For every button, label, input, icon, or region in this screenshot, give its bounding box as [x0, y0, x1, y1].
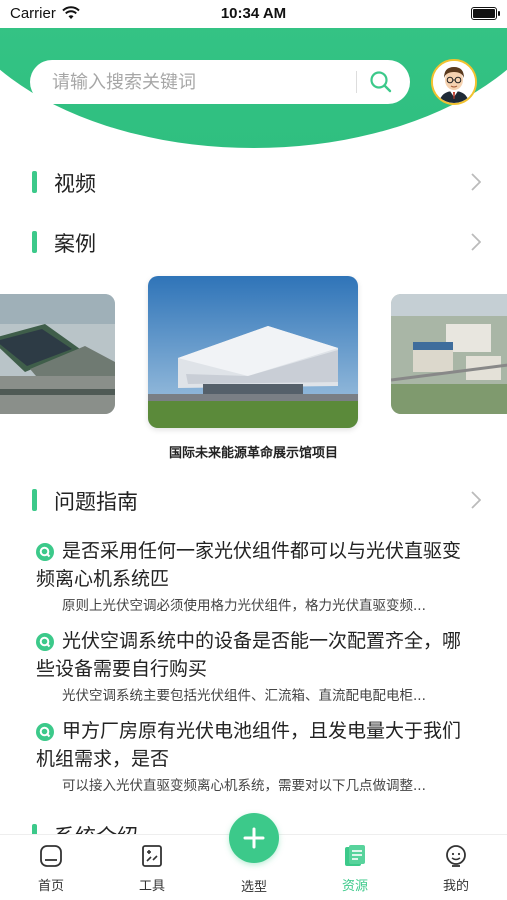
tools-icon	[142, 845, 162, 867]
section-marker	[32, 489, 37, 511]
question-summary: 原则上光伏空调必须使用格力光伏组件，格力光伏直驱变频...	[62, 598, 426, 614]
search-box	[30, 60, 410, 104]
search-button[interactable]	[364, 66, 398, 98]
home-icon	[40, 845, 62, 867]
tab-label: 工具	[138, 879, 165, 894]
carousel-caption: 国际未来能源革命展示馆项目	[168, 446, 338, 461]
section-marker	[32, 171, 37, 193]
section-guide[interactable]: 问题指南	[0, 480, 507, 520]
tab-label: 首页	[37, 879, 64, 894]
building-photo	[391, 294, 507, 414]
select-model-button[interactable]	[229, 813, 279, 863]
section-video[interactable]: 视频	[0, 162, 507, 202]
section-title-cases: 案例	[54, 232, 96, 256]
tab-home[interactable]: 首页	[11, 835, 91, 900]
case-slide-image[interactable]	[148, 276, 358, 428]
case-carousel[interactable]	[0, 276, 507, 466]
case-slide-image[interactable]	[391, 294, 507, 414]
section-cases[interactable]: 案例	[0, 222, 507, 262]
section-title-guide: 问题指南	[54, 490, 138, 514]
search-input[interactable]	[52, 60, 352, 104]
tab-label: 资源	[341, 879, 368, 894]
question-title: 是否采用任何一家光伏组件都可以与光伏直驱变频离心机系统匹	[36, 540, 462, 590]
question-item[interactable]: 光伏空调系统中的设备是否能一次配置齐全，哪些设备需要自行购买 光伏空调系统主要包…	[0, 627, 507, 707]
question-item[interactable]: 是否采用任何一家光伏组件都可以与光伏直驱变频离心机系统匹 原则上光伏空调必须使用…	[0, 537, 507, 617]
tab-label-select: 选型	[240, 880, 267, 895]
section-title-intro: 系统介绍	[54, 821, 138, 834]
tab-label: 我的	[442, 879, 469, 894]
battery-icon	[471, 7, 500, 20]
section-title-video: 视频	[54, 172, 96, 196]
chevron-right-icon	[471, 233, 481, 251]
section-marker	[32, 824, 37, 834]
question-summary: 光伏空调系统主要包括光伏组件、汇流箱、直流配电配电柜...	[62, 688, 426, 704]
section-marker	[32, 231, 37, 253]
building-photo	[148, 276, 358, 428]
avatar-icon	[433, 61, 475, 103]
tab-profile[interactable]: 我的	[416, 835, 496, 900]
search-icon	[370, 71, 392, 93]
question-title: 甲方厂房原有光伏电池组件，且发电量大于我们机组需求，是否	[36, 720, 462, 770]
chevron-right-icon	[471, 173, 481, 191]
status-bar: Carrier 10:34 AM	[0, 0, 507, 28]
building-photo	[0, 294, 115, 414]
clock: 10:34 AM	[220, 5, 287, 22]
question-summary: 可以接入光伏直驱变频离心机系统，需要对以下几点做调整...	[62, 778, 426, 794]
tab-tools[interactable]: 工具	[112, 835, 192, 900]
search-divider	[356, 71, 357, 93]
header	[0, 28, 507, 150]
tab-resources[interactable]: 资源	[315, 835, 395, 900]
chevron-right-icon	[471, 491, 481, 509]
question-title: 光伏空调系统中的设备是否能一次配置齐全，哪些设备需要自行购买	[36, 630, 462, 680]
profile-icon	[446, 845, 466, 867]
avatar[interactable]	[431, 59, 477, 105]
resources-icon	[345, 845, 365, 866]
plus-icon	[243, 827, 265, 849]
question-item[interactable]: 甲方厂房原有光伏电池组件，且发电量大于我们机组需求，是否 可以接入光伏直驱变频离…	[0, 717, 507, 797]
case-slide-image[interactable]	[0, 294, 115, 414]
